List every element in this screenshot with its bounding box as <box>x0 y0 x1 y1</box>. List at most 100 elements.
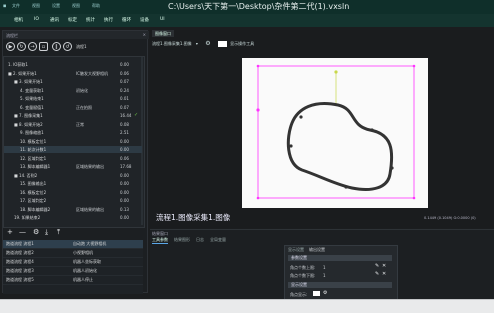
edit-icon[interactable]: ✎ <box>375 271 379 277</box>
remove-icon[interactable]: — <box>19 228 26 236</box>
flow-list-item[interactable]: 跑道流程 流程4 机器人坐标获取 <box>3 258 143 267</box>
tree-row-time: 0.08 <box>120 121 129 127</box>
image-canvas[interactable] <box>242 58 428 208</box>
pause-icon[interactable]: ∥ <box>52 42 61 51</box>
flow-list-name: 跑道流程 流程1 <box>6 241 34 246</box>
tree-row[interactable]: 6. 变量赋值1 正在拍照 0.07 <box>4 104 142 111</box>
prop-tab-display[interactable]: 显示设置 <box>288 247 304 253</box>
show-tools-checkbox[interactable] <box>217 41 227 47</box>
roi-rotation-handle[interactable] <box>334 70 338 74</box>
tab-global-vars[interactable]: 全局变量 <box>210 237 226 243</box>
menu-loop[interactable]: 循环 <box>122 17 131 23</box>
tree-row-desc: 正在拍照 <box>76 104 92 110</box>
menu-camera[interactable]: 相机 <box>14 17 23 23</box>
close-icon[interactable]: × <box>143 32 146 37</box>
tree-row[interactable]: 12. 区域判定1 0.06 <box>4 155 142 162</box>
settings-icon[interactable]: ⚙ <box>33 228 39 236</box>
tree-row[interactable]: 11. 轮次计数1 0.00 <box>4 146 142 153</box>
flow-list-item[interactable]: 跑道流程 流程3 机器人初始化 <box>3 267 143 276</box>
add-icon[interactable]: + <box>7 228 13 236</box>
flow-list-item[interactable]: 跑道流程 流程1 自动跑 大视野相机 <box>3 240 143 249</box>
stop-icon[interactable]: ▫ <box>39 42 48 51</box>
menu-ui[interactable]: UI <box>160 17 165 22</box>
display-section-header[interactable]: 显示设置 <box>288 282 392 288</box>
reset-icon[interactable]: ↺ <box>63 42 72 51</box>
roi-handle-br[interactable] <box>412 196 416 200</box>
roi-handle-tl[interactable] <box>256 64 260 68</box>
flow-panel-title: 流程栏 <box>6 33 18 38</box>
run-once-icon[interactable]: ▶ <box>6 42 15 51</box>
flow-tree: 1. IO获取1 0.00 ■ 2. 如果开始1 IC触发大视野相机 0.06 ■ 3. … <box>3 56 145 228</box>
menu-device[interactable]: 设备 <box>140 17 149 23</box>
corner-max-value[interactable]: 1 <box>323 265 326 270</box>
corner-point <box>370 128 374 132</box>
dropdown-icon[interactable]: ▾ <box>196 41 198 46</box>
tree-row[interactable]: ■ 14. 否则2 0.00 <box>4 172 142 179</box>
title-menu-view[interactable]: 视图 <box>32 3 40 9</box>
image-source-select[interactable]: 流程1.图像采集1.图像 <box>152 41 192 46</box>
tree-row[interactable]: 1. IO获取1 0.00 <box>4 61 142 68</box>
title-menu-settings[interactable]: 设置 <box>52 3 60 9</box>
tree-row[interactable]: 19. 如果结束2 0.00 <box>4 214 142 221</box>
gear-icon[interactable]: ⚙ <box>205 40 210 47</box>
tree-row-name: ■ 14. 否则2 <box>14 172 38 178</box>
tree-row[interactable]: 17. 区域判定2 0.00 <box>4 197 142 204</box>
flow-toolbar: + — ⚙ ⤓ ⤒ <box>3 228 143 238</box>
tree-row[interactable]: ■ 8. 如果开始2 正常 0.08 <box>4 121 142 128</box>
step-icon[interactable]: → <box>28 42 37 51</box>
menu-comm[interactable]: 通讯 <box>50 17 59 23</box>
tree-row-time: 0.00 <box>120 138 129 144</box>
image-window-tab[interactable]: 图像窗口 <box>152 30 174 37</box>
param-section-header[interactable]: 参数设置 <box>288 255 392 261</box>
prop-tab-output[interactable]: 输出设置 <box>309 247 325 253</box>
title-menu-view2[interactable]: 视图 <box>72 3 80 9</box>
tree-row[interactable]: ■ 2. 如果开始1 IC触发大视野相机 0.06 <box>4 70 142 77</box>
tab-tool-params[interactable]: 工具参数 <box>152 237 168 244</box>
corner-min-value[interactable]: 1 <box>323 273 326 278</box>
roi-handle-bl[interactable] <box>256 196 260 200</box>
title-menu-help[interactable]: 帮助 <box>92 3 100 9</box>
tree-row[interactable]: ■ 7. 图像采集1 16.44 ✓ <box>4 112 142 119</box>
corner-point <box>289 144 293 148</box>
tree-row[interactable]: ■ 3. 如果开始1 0.07 <box>4 78 142 85</box>
flow-list-name: 跑道流程 流程2 <box>6 250 34 255</box>
export-icon[interactable]: ⤒ <box>57 228 60 237</box>
tree-row[interactable]: 15. 图像输出1 0.00 <box>4 180 142 187</box>
flow-list-item[interactable]: 跑道流程 流程2 小视野相机 <box>3 249 143 258</box>
tree-row-name: ■ 3. 如果开始1 <box>14 79 43 84</box>
tree-row[interactable]: 16. 模板定位2 0.00 <box>4 189 142 196</box>
flow-list-desc: 机器人坐标获取 <box>73 259 101 264</box>
roi-handle-left[interactable] <box>256 108 260 112</box>
tree-row[interactable]: 10. 模板定位1 0.00 <box>4 138 142 145</box>
tree-row-name: 9. 图像缩放1 <box>20 130 44 135</box>
tab-result-graphics[interactable]: 结果图形 <box>174 237 190 243</box>
run-loop-icon[interactable]: ↻ <box>17 42 26 51</box>
tree-row[interactable]: 18. 脚本编辑器2 区域结果的输出 0.13 <box>4 206 142 213</box>
tree-row-name: 18. 脚本编辑器2 <box>20 206 51 212</box>
tree-row[interactable]: 13. 脚本编辑器1 区域结果的输出 17.68 <box>4 163 142 170</box>
window-title: C:\Users\天下第一\Desktop\杂件第二代(1).vxsln <box>168 2 350 11</box>
show-tools-label: 显示操作工具 <box>230 41 255 46</box>
roi-handle-tr[interactable] <box>412 64 416 68</box>
tab-log[interactable]: 日志 <box>196 237 204 243</box>
tree-row[interactable]: 5. 如果结束1 0.01 <box>4 95 142 102</box>
delete-icon[interactable]: ✕ <box>382 263 386 269</box>
menu-run[interactable]: 执行 <box>104 17 113 23</box>
title-menu-file[interactable]: 文件 <box>12 3 20 9</box>
delete-icon[interactable]: ✕ <box>382 271 386 277</box>
image-toolbar: 流程1.图像采集1.图像 ▾ ⚙ 显示操作工具 <box>152 39 452 48</box>
tree-row[interactable]: 4. 变量获取1 初始化 0.24 <box>4 87 142 94</box>
tree-row[interactable]: 9. 图像缩放1 2.51 <box>4 129 142 136</box>
menu-calib[interactable]: 标定 <box>68 17 77 23</box>
gear-icon[interactable]: ⚙ <box>323 290 327 296</box>
corner-display-label: 角点显示: <box>290 292 308 297</box>
tree-row-time: 2.51 <box>120 130 129 135</box>
flow-list-item[interactable]: 跑道流程 流程5 机器人停止 <box>3 276 143 285</box>
menu-stats[interactable]: 统计 <box>86 17 95 23</box>
import-icon[interactable]: ⤓ <box>45 228 48 237</box>
tree-row-desc: 初始化 <box>76 87 88 93</box>
edit-icon[interactable]: ✎ <box>375 263 379 269</box>
flow-list-name: 跑道流程 流程4 <box>6 259 34 264</box>
menu-io[interactable]: IO <box>34 17 39 22</box>
corner-display-color[interactable] <box>313 291 320 296</box>
